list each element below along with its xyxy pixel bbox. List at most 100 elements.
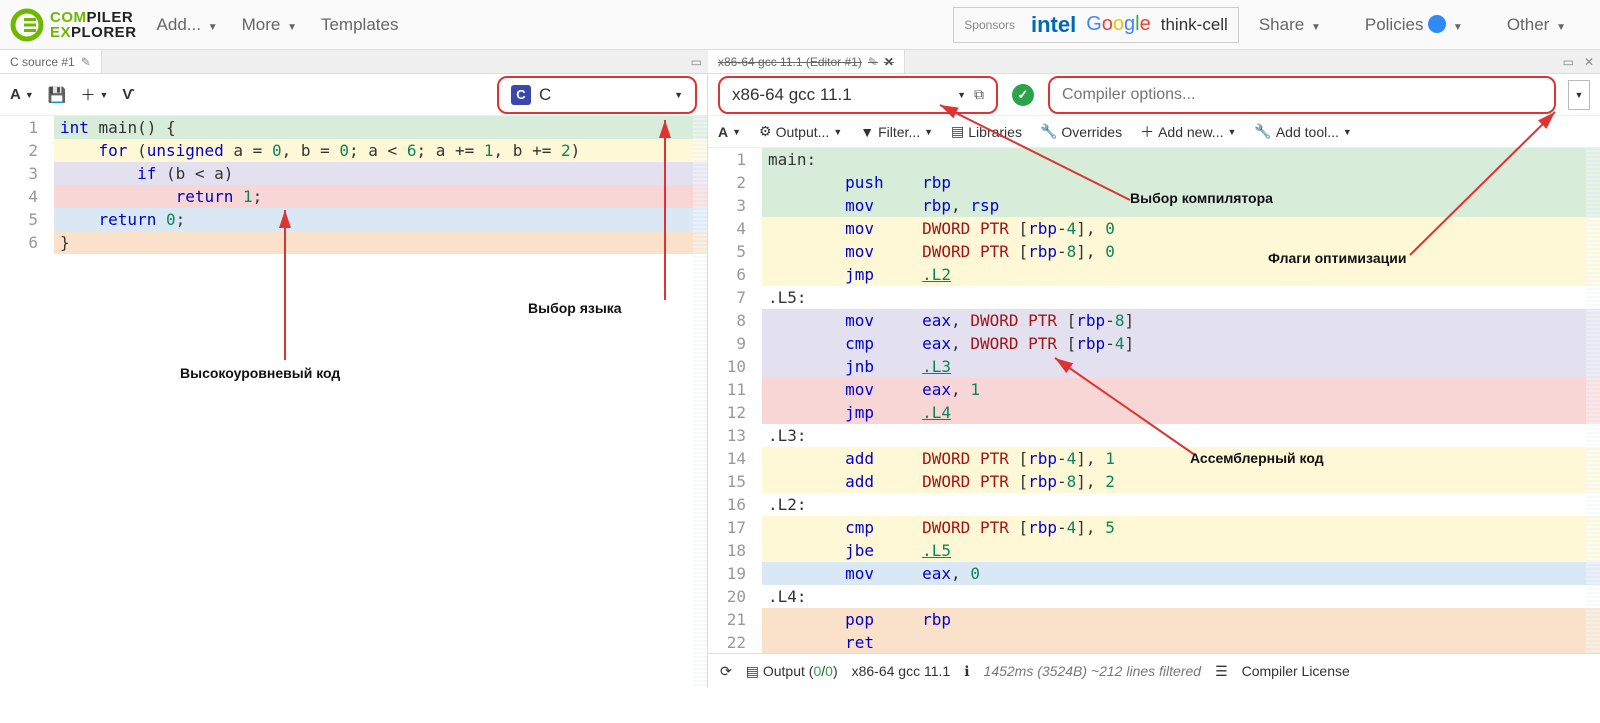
pane-max-icon[interactable]: ▭ <box>1559 55 1578 69</box>
font-button[interactable]: A▼ <box>718 124 741 140</box>
nav-other[interactable]: Other ▼ <box>1507 15 1566 35</box>
nav-templates[interactable]: Templates <box>321 15 398 35</box>
code-line[interactable]: pop rbp <box>762 608 1600 631</box>
nav-policies[interactable]: Policies ▼ <box>1365 15 1463 35</box>
tab-compiler[interactable]: x86-64 gcc 11.1 (Editor #1) ✎ ✕ <box>708 50 905 73</box>
asm-pane: x86-64 gcc 11.1 ▼ ⧉ ✓ ▼ A▼ ⚙ Output...▼ … <box>708 74 1600 688</box>
source-pane: A▼ 💾 ＋▼ Ѵ C C ▼ 123456 int main() { for … <box>0 74 708 688</box>
addnew-button[interactable]: ＋ Add new...▼ <box>1140 122 1236 142</box>
nav-share[interactable]: Share ▼ <box>1259 15 1321 35</box>
tab-source[interactable]: C source #1 ✎ <box>0 50 102 73</box>
code-line[interactable]: jmp .L4 <box>762 401 1600 424</box>
code-line[interactable]: mov eax, 0 <box>762 562 1600 585</box>
code-line[interactable]: cmp eax, DWORD PTR [rbp-4] <box>762 332 1600 355</box>
code-line[interactable]: mov eax, 1 <box>762 378 1600 401</box>
add-button[interactable]: ＋▼ <box>80 84 108 105</box>
line-number: 11 <box>708 378 746 401</box>
logo[interactable]: COMPILER EXPLORER <box>10 8 137 42</box>
code-line[interactable]: int main() { <box>54 116 707 139</box>
code-line[interactable]: return 1; <box>54 185 707 208</box>
line-number: 17 <box>708 516 746 539</box>
edit-icon[interactable]: ✎ <box>81 55 91 69</box>
language-label: C <box>539 85 666 105</box>
output-button[interactable]: ▤ Output (0/0) <box>746 663 838 680</box>
language-select[interactable]: C C ▼ <box>497 76 697 114</box>
line-number: 7 <box>708 286 746 309</box>
save-button[interactable]: 💾 <box>48 86 67 104</box>
line-number: 1 <box>0 116 38 139</box>
code-line[interactable]: .L4: <box>762 585 1600 608</box>
code-line[interactable]: mov DWORD PTR [rbp-4], 0 <box>762 217 1600 240</box>
line-number: 5 <box>0 208 38 231</box>
options-dropdown[interactable]: ▼ <box>1568 80 1590 110</box>
line-number: 6 <box>0 231 38 254</box>
line-number: 5 <box>708 240 746 263</box>
code-line[interactable]: .L2: <box>762 493 1600 516</box>
code-line[interactable]: jbe .L5 <box>762 539 1600 562</box>
license-link[interactable]: Compiler License <box>1242 663 1350 679</box>
code-line[interactable]: add DWORD PTR [rbp-4], 1 <box>762 447 1600 470</box>
sponsor-intel: intel <box>1031 12 1076 38</box>
chevron-down-icon: ▼ <box>674 90 683 100</box>
popout-icon[interactable]: ⧉ <box>974 86 984 103</box>
code-line[interactable]: mov eax, DWORD PTR [rbp-8] <box>762 309 1600 332</box>
line-number: 18 <box>708 539 746 562</box>
pane-max-icon[interactable]: ▭ <box>685 55 708 69</box>
code-line[interactable]: return 0; <box>54 208 707 231</box>
sponsor-thinkcell: think-cell <box>1161 15 1228 35</box>
edit-icon[interactable]: ✎ <box>868 55 878 69</box>
vim-button[interactable]: Ѵ <box>122 86 134 103</box>
code-line[interactable]: for (unsigned a = 0, b = 0; a < 6; a += … <box>54 139 707 162</box>
font-button[interactable]: A▼ <box>10 86 34 103</box>
code-line[interactable]: .L3: <box>762 424 1600 447</box>
sponsor-google: Google <box>1086 13 1151 36</box>
code-line[interactable]: jmp .L2 <box>762 263 1600 286</box>
code-line[interactable]: jnb .L3 <box>762 355 1600 378</box>
bottombar: ⟳ ▤ Output (0/0) x86-64 gcc 11.1 ℹ 1452m… <box>708 653 1600 688</box>
info-icon[interactable]: ℹ <box>964 663 969 680</box>
list-icon[interactable]: ☰ <box>1215 663 1228 680</box>
nav-more[interactable]: More ▼ <box>242 15 297 35</box>
left-tabs: C source #1 ✎ ▭ <box>0 50 708 74</box>
line-number: 14 <box>708 447 746 470</box>
code-line[interactable]: mov DWORD PTR [rbp-8], 0 <box>762 240 1600 263</box>
minimap[interactable] <box>693 116 707 688</box>
close-icon[interactable]: ✕ <box>884 55 894 69</box>
code-line[interactable]: mov rbp, rsp <box>762 194 1600 217</box>
code-line[interactable]: ret <box>762 631 1600 653</box>
topbar: COMPILER EXPLORER Add... ▼ More ▼ Templa… <box>0 0 1600 50</box>
code-line[interactable]: if (b < a) <box>54 162 707 185</box>
asm-editor[interactable]: 12345678910111213141516171819202122 main… <box>708 148 1600 653</box>
line-number: 6 <box>708 263 746 286</box>
compiler-options-input[interactable] <box>1048 76 1556 114</box>
sponsors-box[interactable]: Sponsors intel Google think-cell <box>953 7 1239 43</box>
code-line[interactable]: add DWORD PTR [rbp-8], 2 <box>762 470 1600 493</box>
line-number: 3 <box>0 162 38 185</box>
timing-text: 1452ms (3524B) ~212 lines filtered <box>984 663 1202 679</box>
source-editor[interactable]: 123456 int main() { for (unsigned a = 0,… <box>0 116 707 688</box>
nav-add[interactable]: Add... ▼ <box>157 15 218 35</box>
refresh-icon[interactable]: ⟳ <box>720 663 732 680</box>
compiler-toolbar2: A▼ ⚙ Output...▼ ▼ Filter...▼ ▤ Libraries… <box>708 116 1600 148</box>
line-number: 2 <box>0 139 38 162</box>
bell-icon <box>1428 15 1446 33</box>
filter-button[interactable]: ▼ Filter...▼ <box>860 124 933 140</box>
minimap[interactable] <box>1586 148 1600 653</box>
pane-close-icon[interactable]: ✕ <box>1578 55 1600 69</box>
output-button[interactable]: ⚙ Output...▼ <box>759 123 842 140</box>
code-line[interactable]: main: <box>762 148 1600 171</box>
gear-icon: ⚙ <box>759 123 772 140</box>
overrides-button[interactable]: 🔧 Overrides <box>1040 123 1122 140</box>
addtool-button[interactable]: 🔧 Add tool...▼ <box>1254 123 1351 140</box>
code-line[interactable]: cmp DWORD PTR [rbp-4], 5 <box>762 516 1600 539</box>
code-line[interactable]: .L5: <box>762 286 1600 309</box>
tab-source-title: C source #1 <box>10 55 75 69</box>
sponsors-label: Sponsors <box>964 18 1015 32</box>
logo-text-2a: EX <box>50 24 71 41</box>
line-number: 3 <box>708 194 746 217</box>
options-field[interactable] <box>1062 86 1542 104</box>
code-line[interactable]: push rbp <box>762 171 1600 194</box>
libraries-button[interactable]: ▤ Libraries <box>951 123 1022 140</box>
code-line[interactable]: } <box>54 231 707 254</box>
compiler-select[interactable]: x86-64 gcc 11.1 ▼ ⧉ <box>718 76 998 114</box>
